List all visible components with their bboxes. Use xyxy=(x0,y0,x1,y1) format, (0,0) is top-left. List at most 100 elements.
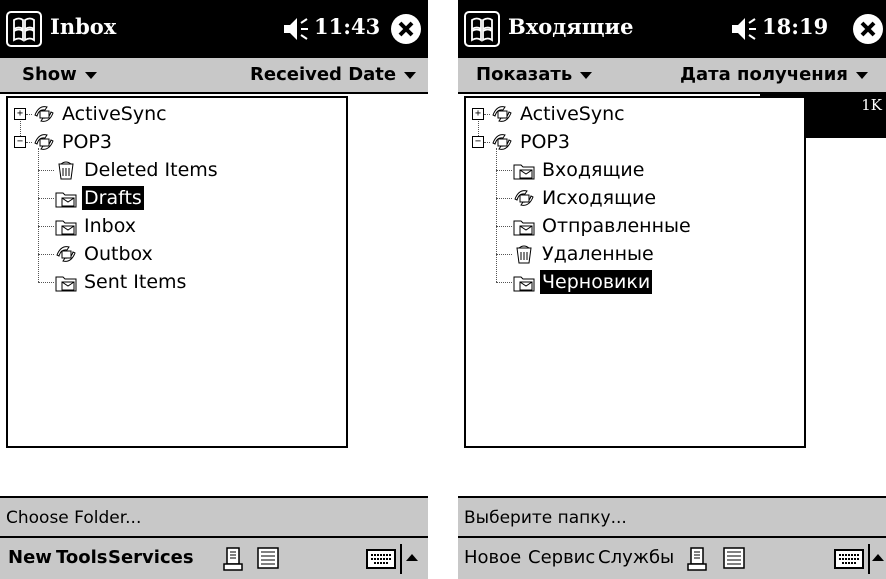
app-title: Входящие xyxy=(508,14,634,39)
drafts-icon xyxy=(55,192,77,208)
activesync-icon xyxy=(492,106,512,122)
show-hide-tree-icon[interactable] xyxy=(722,546,748,572)
expand-icon[interactable]: + xyxy=(14,108,26,120)
close-icon[interactable] xyxy=(390,13,422,45)
title-bar: Inbox 11:43 xyxy=(0,0,428,58)
show-menu[interactable]: Show xyxy=(22,64,97,85)
tree-item-right-0[interactable]: + ActiveSync xyxy=(466,100,796,128)
activesync-icon xyxy=(34,106,54,122)
tree-item-left-4[interactable]: Inbox xyxy=(8,212,338,240)
tree-item-label: Удаленные xyxy=(542,243,654,265)
status-bar: Выберите папку... xyxy=(458,496,886,538)
message-size: 1K xyxy=(861,96,882,114)
tree-item-label: Drafts xyxy=(82,186,144,210)
tree-connector-line xyxy=(38,226,54,227)
clock[interactable]: 18:19 xyxy=(762,14,828,39)
volume-icon[interactable] xyxy=(730,14,758,44)
inbox-folder-icon xyxy=(55,220,77,236)
folder-tree-dropdown[interactable]: + ActiveSync − POP3 Deleted Items Drafts Inbox… xyxy=(6,96,348,448)
tree-item-left-1[interactable]: − POP3 xyxy=(8,128,338,156)
tree-connector-line xyxy=(496,282,512,283)
show-menu-label: Показать xyxy=(476,64,573,85)
deleted-items-icon xyxy=(58,161,74,180)
tools-menu[interactable]: Сервис xyxy=(528,547,595,568)
folder-tree-dropdown[interactable]: + ActiveSync − POP3 Входящие Исходящие Отправл… xyxy=(464,96,806,448)
tree-item-right-6[interactable]: Черновики xyxy=(466,268,796,296)
right-device-screen: Входящие 18:19 Показать Дата получения 1… xyxy=(458,0,886,579)
services-menu[interactable]: Services xyxy=(108,547,194,568)
tree-item-right-3[interactable]: Исходящие xyxy=(466,184,796,212)
expand-icon[interactable]: + xyxy=(472,108,484,120)
show-menu[interactable]: Показать xyxy=(476,64,593,85)
new-button[interactable]: New xyxy=(8,547,52,568)
tree-item-left-2[interactable]: Deleted Items xyxy=(8,156,338,184)
status-text: Выберите папку... xyxy=(464,508,627,528)
chevron-down-icon xyxy=(855,71,868,79)
message-list-area: + ActiveSync − POP3 Deleted Items Drafts Inbox… xyxy=(0,94,428,496)
tree-item-label: POP3 xyxy=(62,131,112,153)
filter-menu-bar: Show Received Date xyxy=(0,58,428,94)
send-receive-icon[interactable] xyxy=(686,546,712,572)
filter-menu-bar: Показать Дата получения xyxy=(458,58,886,94)
keyboard-icon[interactable] xyxy=(834,548,864,570)
tree-item-label: Outbox xyxy=(84,243,153,265)
volume-icon[interactable] xyxy=(282,14,310,44)
tree-item-left-0[interactable]: + ActiveSync xyxy=(8,100,338,128)
tree-item-right-1[interactable]: − POP3 xyxy=(466,128,796,156)
input-selector-arrow-icon[interactable] xyxy=(872,554,884,561)
tree-item-left-5[interactable]: Outbox xyxy=(8,240,338,268)
tools-menu[interactable]: Tools xyxy=(56,547,108,568)
tree-item-label: Sent Items xyxy=(84,271,187,293)
tree-item-label: Черновики xyxy=(540,270,653,294)
tree-item-right-5[interactable]: Удаленные xyxy=(466,240,796,268)
tree-item-label: Inbox xyxy=(84,215,136,237)
show-hide-tree-icon[interactable] xyxy=(256,546,282,572)
services-menu[interactable]: Службы xyxy=(598,547,674,568)
tree-item-label: Входящие xyxy=(542,159,645,181)
tree-item-label: ActiveSync xyxy=(62,103,167,125)
status-bar: Choose Folder... xyxy=(0,496,428,538)
tree-item-left-6[interactable]: Sent Items xyxy=(8,268,338,296)
outbox-icon xyxy=(56,246,76,262)
sort-menu[interactable]: Дата получения xyxy=(680,64,868,85)
tree-item-right-2[interactable]: Входящие xyxy=(466,156,796,184)
input-separator xyxy=(868,544,870,574)
start-menu-icon[interactable] xyxy=(6,10,42,48)
pop3-account-icon xyxy=(492,134,512,150)
start-menu-icon[interactable] xyxy=(464,10,500,48)
new-button[interactable]: Новое xyxy=(464,547,521,568)
sent-items-icon xyxy=(55,276,77,292)
drafts-icon xyxy=(513,276,535,292)
tree-connector-line xyxy=(38,198,54,199)
sort-menu-label: Дата получения xyxy=(680,64,848,85)
left-device-screen: Inbox 11:43 Show Received Date + ActiveSy… xyxy=(0,0,428,579)
tree-connector-line xyxy=(38,282,54,283)
tree-item-label: ActiveSync xyxy=(520,103,625,125)
title-bar: Входящие 18:19 xyxy=(458,0,886,58)
collapse-icon[interactable]: − xyxy=(14,136,26,148)
keyboard-icon[interactable] xyxy=(366,548,396,570)
app-title: Inbox xyxy=(50,14,117,39)
tree-connector-line xyxy=(496,254,512,255)
tree-item-label: Исходящие xyxy=(542,187,657,209)
input-selector-arrow-icon[interactable] xyxy=(406,554,418,561)
sort-menu-label: Received Date xyxy=(250,64,397,85)
tree-item-right-4[interactable]: Отправленные xyxy=(466,212,796,240)
tree-connector-line xyxy=(496,170,512,171)
deleted-items-icon xyxy=(516,245,532,264)
tree-item-label: POP3 xyxy=(520,131,570,153)
command-bar: Новое Сервис Службы xyxy=(458,536,886,579)
chevron-down-icon xyxy=(404,71,417,79)
message-list-area: 1K + ActiveSync − POP3 Входящие Исходящие Отпр… xyxy=(458,94,886,496)
tree-item-left-3[interactable]: Drafts xyxy=(8,184,338,212)
status-text: Choose Folder... xyxy=(6,508,142,528)
close-icon[interactable] xyxy=(852,13,884,45)
send-receive-icon[interactable] xyxy=(222,546,248,572)
sent-items-icon xyxy=(513,220,535,236)
collapse-icon[interactable]: − xyxy=(472,136,484,148)
tree-item-label: Deleted Items xyxy=(84,159,218,181)
outbox-icon xyxy=(514,190,534,206)
sort-menu[interactable]: Received Date xyxy=(250,64,417,85)
tree-connector-line xyxy=(496,198,512,199)
clock[interactable]: 11:43 xyxy=(314,14,380,39)
